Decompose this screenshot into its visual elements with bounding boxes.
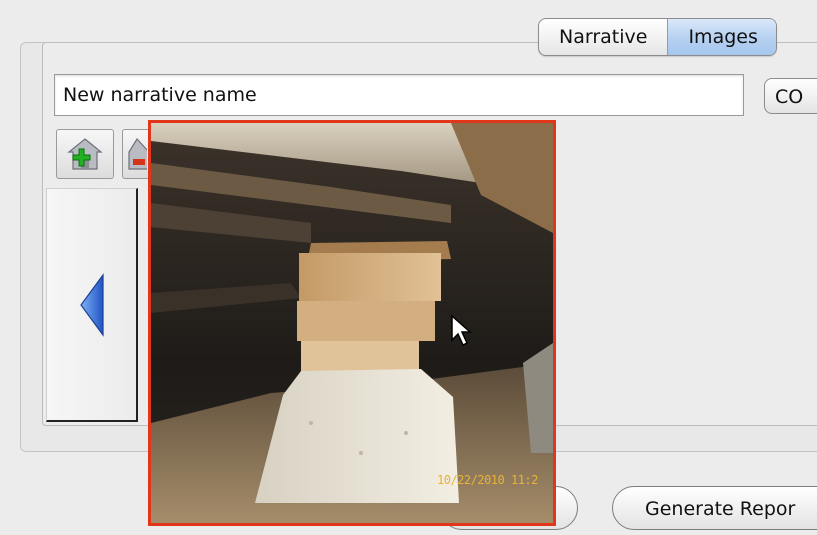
- house-delete-icon: [128, 138, 147, 170]
- add-image-button[interactable]: [56, 129, 114, 179]
- tab-images[interactable]: Images: [667, 19, 776, 55]
- arrow-left-icon: [79, 272, 104, 337]
- photo-timestamp: 10/22/2010 11:2: [437, 473, 538, 487]
- previous-image-button[interactable]: [46, 188, 138, 422]
- co-button[interactable]: CO: [764, 78, 817, 114]
- image-preview-popup[interactable]: 10/22/2010 11:2: [148, 120, 556, 526]
- mouse-cursor-icon: [451, 314, 472, 347]
- tab-narrative[interactable]: Narrative: [539, 19, 667, 55]
- crawlspace-photo: [151, 123, 553, 523]
- generate-report-button[interactable]: Generate Repor: [612, 486, 817, 530]
- view-segmented-control: Narrative Images: [538, 18, 777, 56]
- narrative-name-input[interactable]: [54, 74, 744, 116]
- house-add-icon: [67, 138, 103, 170]
